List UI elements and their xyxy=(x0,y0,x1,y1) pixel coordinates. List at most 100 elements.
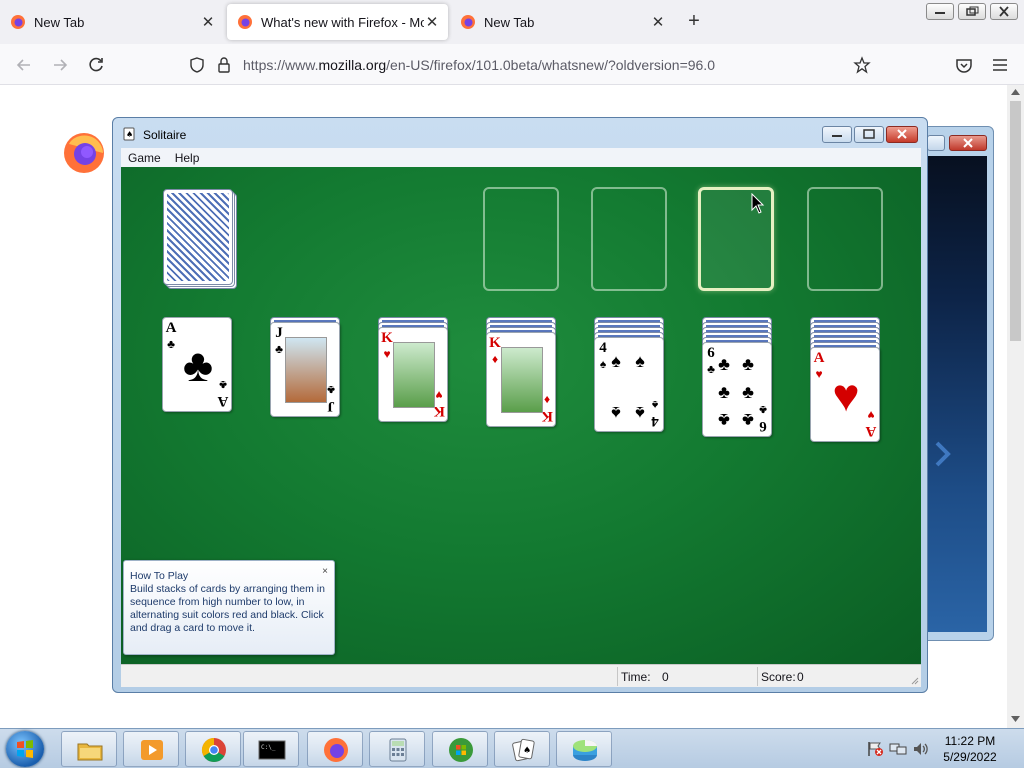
solitaire-app-icon: ♠ xyxy=(123,127,135,141)
tip-title: How To Play xyxy=(130,570,189,582)
time-label: Time: xyxy=(621,670,651,684)
card-center-suit-icon: ♥ xyxy=(832,369,860,421)
card-rank: A xyxy=(165,320,177,336)
card-pip-icon: ♠ xyxy=(635,403,645,423)
url-domain: mozilla.org xyxy=(318,57,387,73)
url-bar[interactable]: https://www.mozilla.org/en-US/firefox/10… xyxy=(178,49,884,81)
taskbar-explorer[interactable] xyxy=(61,731,117,767)
taskbar-windows-update[interactable] xyxy=(432,731,488,767)
playing-card[interactable]: K ♥ K ♥ xyxy=(378,327,448,422)
playing-card[interactable]: 4 ♠ 4 ♠ ♠ ♠ ♠ ♠ xyxy=(594,337,664,432)
start-button[interactable] xyxy=(6,731,44,767)
playing-card[interactable]: 6 ♣ 6 ♣ ♣ ♣ ♣ ♣ ♣ ♣ xyxy=(702,342,772,437)
playing-card[interactable]: A ♥ A ♥ ♥ xyxy=(810,347,880,442)
lock-icon[interactable] xyxy=(216,56,232,74)
card-rank: K xyxy=(381,330,393,346)
card-rank: A xyxy=(217,393,229,409)
restore-button[interactable] xyxy=(958,3,986,20)
windows-logo-icon xyxy=(17,740,33,758)
taskbar: C:\_ ♠ 11:22 PM 5/29/2022 xyxy=(0,728,1024,768)
taskbar-solitaire[interactable]: ♠ xyxy=(494,731,550,767)
close-tab-icon[interactable]: ✕ xyxy=(200,13,216,31)
back-icon[interactable] xyxy=(13,54,35,76)
background-window-close-button[interactable] xyxy=(949,135,987,151)
folder-icon xyxy=(77,743,103,761)
reload-icon[interactable] xyxy=(85,54,107,76)
bookmark-star-icon[interactable] xyxy=(853,56,871,74)
minimize-icon xyxy=(832,135,842,137)
menu-game[interactable]: Game xyxy=(121,151,168,165)
playing-card[interactable]: A ♣ A ♣ ♣ xyxy=(162,317,232,412)
svg-text:C:\_: C:\_ xyxy=(261,744,276,751)
playing-card[interactable]: J ♣ J ♣ xyxy=(270,322,340,417)
url-text[interactable]: https://www.mozilla.org/en-US/firefox/10… xyxy=(243,57,715,73)
forward-icon[interactable] xyxy=(49,54,71,76)
chevron-right-icon[interactable] xyxy=(933,441,953,467)
foundation-slot-2[interactable] xyxy=(591,187,667,291)
minimize-button[interactable] xyxy=(926,3,954,20)
scrollbar-thumb[interactable] xyxy=(1010,101,1021,341)
taskbar-chrome[interactable] xyxy=(185,731,241,767)
close-window-button[interactable] xyxy=(990,3,1018,20)
firefox-icon xyxy=(324,738,348,762)
close-tab-icon[interactable]: ✕ xyxy=(424,13,440,31)
card-rank: K xyxy=(489,335,501,351)
scroll-down-icon[interactable] xyxy=(1011,716,1020,722)
taskbar-disk-app[interactable] xyxy=(556,731,612,767)
menu-help[interactable]: Help xyxy=(168,151,207,165)
card-back[interactable] xyxy=(163,189,233,285)
url-path: /en-US/firefox/101.0beta/whatsnew/?oldve… xyxy=(386,57,715,73)
minimize-icon xyxy=(935,12,945,14)
taskbar-media-player[interactable] xyxy=(123,731,179,767)
card-pip-icon: ♣ xyxy=(718,354,730,374)
menu-hamburger-icon[interactable] xyxy=(989,54,1011,76)
resize-grip-icon[interactable] xyxy=(909,675,919,685)
face-card-illustration xyxy=(393,342,435,408)
foundation-slot-1[interactable] xyxy=(483,187,559,291)
card-pip-icon: ♠ xyxy=(635,351,645,371)
tab-label: New Tab xyxy=(484,14,535,30)
close-tab-icon[interactable]: ✕ xyxy=(650,13,666,31)
shield-icon[interactable] xyxy=(188,56,206,74)
background-window-restore-button[interactable] xyxy=(927,135,945,151)
tab-new-tab-1[interactable]: New Tab ✕ xyxy=(0,4,224,40)
new-tab-button[interactable]: + xyxy=(682,10,706,34)
card-pip-icon: ♣ xyxy=(718,382,730,402)
taskbar-calculator[interactable] xyxy=(369,731,425,767)
playing-card[interactable]: K ♦ K ♦ xyxy=(486,332,556,427)
card-rank: 4 xyxy=(651,413,659,429)
action-center-flag-icon[interactable] xyxy=(866,741,884,757)
tab-label: New Tab xyxy=(34,14,85,30)
how-to-play-tip: × How To Play Build stacks of cards by a… xyxy=(123,560,335,655)
game-board[interactable]: A ♣ A ♣ ♣ J ♣ J ♣ K ♥ K ♥ K ♦ K ♦ 4 ♠ 4 ♠ ♠ ♠ ♠ ♠ 6 ♣ 6 ♣ ♣ ♣ ♣ ♣ ♣ ♣ A ♥ A ♥ ♥… xyxy=(121,167,921,664)
scroll-up-icon[interactable] xyxy=(1011,89,1020,95)
card-rank: A xyxy=(813,350,825,366)
score-label: Score: xyxy=(761,670,796,684)
system-tray: 11:22 PM 5/29/2022 xyxy=(862,729,1024,768)
close-icon xyxy=(999,6,1009,17)
taskbar-firefox[interactable] xyxy=(307,731,363,767)
clock[interactable]: 11:22 PM 5/29/2022 xyxy=(928,733,1012,765)
foundation-slot-4[interactable] xyxy=(807,187,883,291)
solitaire-close-button[interactable] xyxy=(886,126,918,143)
card-suit-icon: ♠ xyxy=(651,398,659,412)
pocket-icon[interactable] xyxy=(953,54,975,76)
tab-whats-new[interactable]: What's new with Firefox - More ✕ xyxy=(227,4,448,40)
calculator-icon xyxy=(389,738,407,762)
solitaire-window[interactable]: ♠ Solitaire Game Help A ♣ A ♣ ♣ J ♣ J ♣ K ♥ K ♥ K ♦ K ♦ 4… xyxy=(112,117,928,693)
svg-text:♠: ♠ xyxy=(523,746,531,756)
firefox-icon xyxy=(238,15,252,29)
background-window-content xyxy=(927,156,987,632)
solitaire-minimize-button[interactable] xyxy=(822,126,852,143)
background-window[interactable] xyxy=(920,126,994,641)
disk-icon xyxy=(573,740,597,761)
solitaire-maximize-button[interactable] xyxy=(854,126,884,143)
tip-close-button[interactable]: × xyxy=(322,565,328,578)
taskbar-command-prompt[interactable]: C:\_ xyxy=(243,731,299,767)
card-pip-icon: ♠ xyxy=(611,403,621,423)
card-pip-icon: ♣ xyxy=(742,354,754,374)
network-icon[interactable] xyxy=(889,741,907,757)
tab-new-tab-2[interactable]: New Tab ✕ xyxy=(450,4,674,40)
vertical-scrollbar[interactable] xyxy=(1007,85,1024,728)
firefox-icon xyxy=(461,15,475,29)
